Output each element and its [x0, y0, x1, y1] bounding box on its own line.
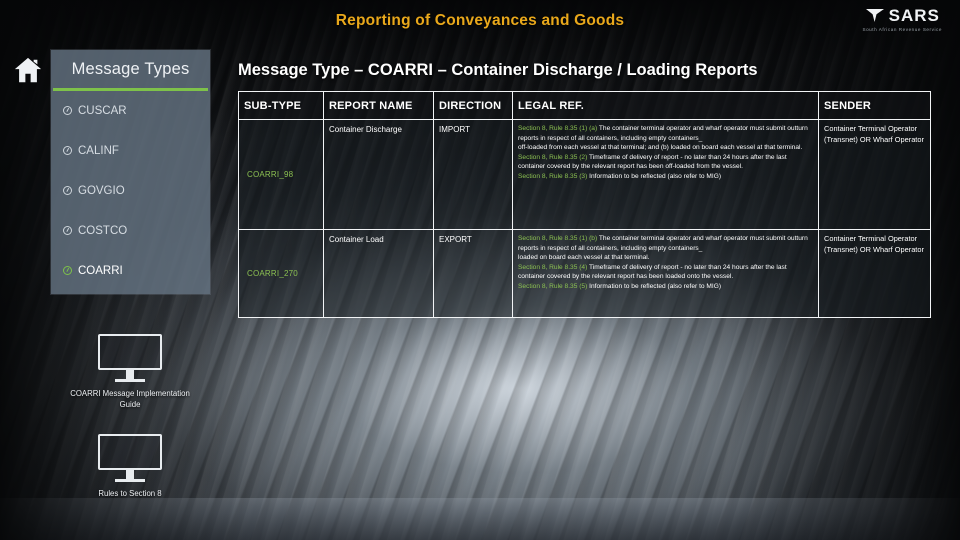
- radio-bullet-icon: [63, 106, 72, 115]
- legal-ref-citation: Section 8, Rule 8.35 (4): [518, 263, 588, 271]
- cell-report-name: Container Discharge: [323, 119, 434, 230]
- direction-value: IMPORT: [439, 125, 470, 134]
- legal-ref-text: off-loaded from each vessel at that term…: [518, 144, 803, 152]
- home-icon[interactable]: [13, 55, 43, 85]
- radio-bullet-icon: [63, 186, 72, 195]
- cell-direction: IMPORT: [433, 119, 513, 230]
- legal-ref-citation: Section 8, Rule 8.35 (5): [518, 282, 588, 290]
- radio-bullet-icon: [63, 226, 72, 235]
- legal-ref-line: Section 8, Rule 8.35 (2) Timeframe of de…: [518, 153, 813, 172]
- table-row: COARRI_98 Container Discharge IMPORT Sec…: [238, 119, 931, 230]
- link-caption: COARRI Message Implementation Guide: [70, 389, 190, 409]
- sars-logo: SARS South African Revenue Service: [862, 7, 942, 32]
- sub-type-value: COARRI_270: [247, 268, 298, 278]
- direction-value: EXPORT: [439, 235, 472, 244]
- report-name-value: Container Discharge: [329, 125, 402, 134]
- sidebar-item-cuscar[interactable]: CUSCAR: [51, 102, 210, 119]
- sidebar-item-label: COSTCO: [78, 224, 128, 237]
- legal-ref-citation: Section 8, Rule 8.35 (1) (b): [518, 235, 598, 242]
- sars-tagline: South African Revenue Service: [862, 27, 942, 32]
- link-rules-to-section-8[interactable]: Rules to Section 8: [60, 434, 200, 500]
- sidebar-item-label: CUSCAR: [78, 104, 127, 117]
- sidebar-item-coarri[interactable]: COARRI: [51, 262, 210, 279]
- cell-sender: Container Terminal Operator (Transnet) O…: [818, 119, 931, 230]
- legal-ref-line: off-loaded from each vessel at that term…: [518, 143, 813, 153]
- legal-ref-text: Information to be reflected (also refer …: [589, 172, 722, 180]
- sidebar-item-govgio[interactable]: GOVGIO: [51, 182, 210, 199]
- legal-ref-citation: Section 8, Rule 8.35 (2): [518, 153, 588, 161]
- radio-bullet-icon: [63, 146, 72, 155]
- table-header-row: SUB-TYPE REPORT NAME DIRECTION LEGAL REF…: [238, 91, 931, 120]
- sidebar-item-label: GOVGIO: [78, 184, 125, 197]
- cell-legal-ref: Section 8, Rule 8.35 (1) (a) The contain…: [512, 119, 819, 230]
- legal-ref-line: Section 8, Rule 8.35 (3) Information to …: [518, 172, 813, 182]
- sidebar-item-calinf[interactable]: CALINF: [51, 142, 210, 159]
- sars-swoosh-icon: [865, 9, 884, 22]
- column-header-sub-type: SUB-TYPE: [238, 91, 324, 120]
- sender-value: Container Terminal Operator (Transnet) O…: [824, 234, 924, 254]
- cell-sender: Container Terminal Operator (Transnet) O…: [818, 229, 931, 318]
- monitor-icon: [98, 434, 162, 483]
- panel-title: Message Types: [71, 59, 190, 78]
- message-types-panel: Message Types CUSCAR CALINF GOVGIO COSTC…: [51, 50, 210, 294]
- cell-sub-type: COARRI_270: [238, 229, 324, 318]
- column-header-legal-ref: LEGAL REF.: [512, 91, 819, 120]
- legal-ref-line: Section 8, Rule 8.35 (4) Timeframe of de…: [518, 263, 813, 282]
- legal-ref-line: Section 8, Rule 8.35 (1) (b) The contain…: [518, 234, 813, 253]
- cell-report-name: Container Load: [323, 229, 434, 318]
- legal-ref-line: Section 8, Rule 8.35 (5) Information to …: [518, 282, 813, 292]
- legal-ref-line: Section 8, Rule 8.35 (1) (a) The contain…: [518, 124, 813, 143]
- sidebar-item-label: CALINF: [78, 144, 119, 157]
- cell-direction: EXPORT: [433, 229, 513, 318]
- message-types-list: CUSCAR CALINF GOVGIO COSTCO COARRI: [51, 91, 210, 279]
- cell-legal-ref: Section 8, Rule 8.35 (1) (b) The contain…: [512, 229, 819, 318]
- radio-bullet-icon: [63, 266, 72, 275]
- link-coarri-message-implementation-guide[interactable]: COARRI Message Implementation Guide: [60, 334, 200, 410]
- column-header-sender: SENDER: [818, 91, 931, 120]
- sub-type-value: COARRI_98: [247, 169, 294, 179]
- sender-value: Container Terminal Operator (Transnet) O…: [824, 124, 924, 144]
- legal-ref-text: Information to be reflected (also refer …: [589, 282, 722, 290]
- legal-ref-line: loaded on board each vessel at that term…: [518, 253, 813, 263]
- legal-ref-citation: Section 8, Rule 8.35 (1) (a): [518, 125, 598, 132]
- sidebar-item-costco[interactable]: COSTCO: [51, 222, 210, 239]
- page-title: Message Type – COARRI – Container Discha…: [238, 61, 758, 79]
- sars-wordmark: SARS: [888, 6, 940, 25]
- report-name-value: Container Load: [329, 235, 384, 244]
- legal-ref-text: loaded on board each vessel at that term…: [518, 254, 650, 262]
- message-type-table: SUB-TYPE REPORT NAME DIRECTION LEGAL REF…: [238, 91, 931, 318]
- column-header-report-name: REPORT NAME: [323, 91, 434, 120]
- monitor-icon: [98, 334, 162, 383]
- link-caption: Rules to Section 8: [98, 489, 162, 499]
- cell-sub-type: COARRI_98: [238, 119, 324, 230]
- deck-title: Reporting of Conveyances and Goods: [335, 12, 625, 29]
- column-header-direction: DIRECTION: [433, 91, 513, 120]
- sidebar-item-label: COARRI: [78, 264, 123, 277]
- legal-ref-citation: Section 8, Rule 8.35 (3): [518, 172, 588, 180]
- table-row: COARRI_270 Container Load EXPORT Section…: [238, 229, 931, 318]
